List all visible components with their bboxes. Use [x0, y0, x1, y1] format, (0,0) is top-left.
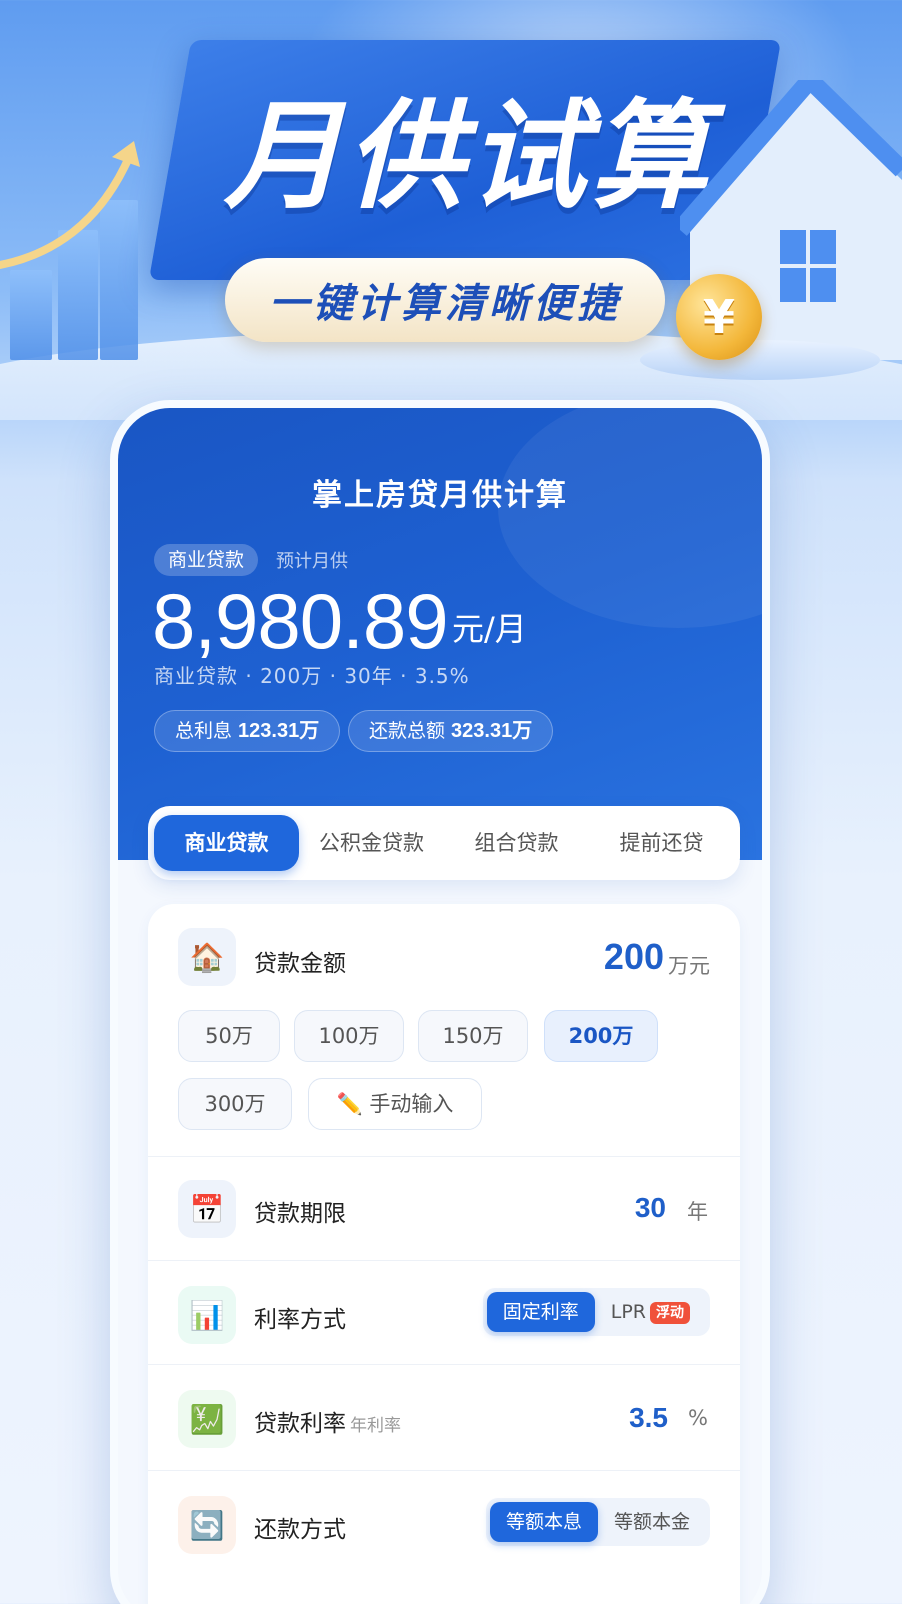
fixed-rate-option[interactable]: 固定利率: [486, 1292, 595, 1332]
loan-type-tag: 商业贷款: [154, 544, 259, 576]
tab-combined-loan[interactable]: 组合贷款: [444, 815, 589, 871]
repay-method-toggle: 等额本息 等额本金: [485, 1498, 710, 1546]
phone-mockup: 掌上房贷月供计算 商业贷款 预计月供 8,980.89 元/月 商业贷款 · 2…: [110, 400, 770, 1604]
amount-unit: 元/月: [452, 610, 527, 648]
amount-option-50[interactable]: 50万: [178, 1010, 280, 1062]
rate-type-toggle: 固定利率 LPR 浮动: [482, 1288, 710, 1336]
total-repay-label: 还款总额: [369, 720, 446, 742]
amount-option-100[interactable]: 100万: [294, 1010, 404, 1062]
total-repay-chip: 还款总额 323.31万: [348, 710, 554, 752]
manual-input-button[interactable]: ✏️ 手动输入: [308, 1078, 482, 1130]
divider: [148, 1156, 740, 1157]
divider: [148, 1260, 740, 1261]
loan-type-tabs: 商业贷款 公积金贷款 组合贷款 提前还贷: [148, 806, 740, 880]
amount-option-150[interactable]: 150万: [418, 1010, 528, 1062]
loan-amount-unit: 万元: [668, 954, 710, 978]
calendar-icon: 📅: [178, 1180, 236, 1238]
app-title: 掌上房贷月供计算: [312, 478, 568, 513]
rate-type-label: 利率方式: [254, 1307, 346, 1333]
annual-rate-sublabel: 年利率: [350, 1416, 401, 1436]
loan-form: 🏠 贷款金额 200 万元 50万 100万 150万 200万 300万 ✏️…: [148, 904, 740, 1604]
banner-subtitle: 一键计算清晰便捷: [225, 258, 665, 342]
banner-title: 月供试算: [223, 87, 712, 225]
loan-rate-label-text: 贷款利率: [254, 1411, 346, 1437]
floating-badge: 浮动: [650, 1301, 690, 1324]
loan-rate-label: 贷款利率 年利率: [254, 1404, 401, 1438]
refresh-icon: 🔄: [178, 1496, 236, 1554]
loan-amount-label: 贷款金额: [254, 951, 346, 977]
loan-term-unit: 年: [687, 1200, 708, 1224]
total-interest-value: 123.31万: [238, 720, 320, 742]
result-panel: 掌上房贷月供计算 商业贷款 预计月供 8,980.89 元/月 商业贷款 · 2…: [118, 408, 762, 860]
trend-arrow-icon: [0, 141, 140, 269]
loan-summary: 商业贷款 · 200万 · 30年 · 3.5%: [154, 664, 470, 688]
yen-coin-icon: ¥: [676, 274, 762, 360]
house-icon: 🏠: [178, 928, 236, 986]
decor-circle: [498, 408, 762, 628]
loan-term-value[interactable]: 30: [635, 1192, 666, 1224]
lpr-option[interactable]: LPR 浮动: [595, 1292, 706, 1332]
tab-early-repayment[interactable]: 提前还贷: [589, 815, 734, 871]
repay-method-label: 还款方式: [254, 1517, 346, 1543]
total-repay-value: 323.31万: [451, 720, 533, 742]
amount-option-200[interactable]: 200万: [544, 1010, 658, 1062]
tab-commercial-loan[interactable]: 商业贷款: [154, 815, 299, 871]
loan-rate-value[interactable]: 3.5: [629, 1402, 668, 1434]
total-interest-chip: 总利息 123.31万: [154, 710, 341, 752]
lpr-label: LPR: [610, 1301, 646, 1323]
amount-option-300[interactable]: 300万: [178, 1078, 292, 1130]
coin-pedestal: [640, 340, 880, 380]
loan-term-label: 贷款期限: [254, 1201, 346, 1227]
total-interest-label: 总利息: [175, 720, 233, 742]
loan-rate-unit: %: [688, 1406, 708, 1430]
divider: [148, 1364, 740, 1365]
equal-principal-option[interactable]: 等额本金: [598, 1502, 706, 1542]
loan-amount-value[interactable]: 200: [604, 936, 664, 978]
equal-installment-option[interactable]: 等额本息: [489, 1502, 598, 1542]
divider: [148, 1470, 740, 1471]
pencil-icon: ✏️: [336, 1092, 363, 1116]
manual-input-label: 手动输入: [369, 1092, 454, 1116]
estimate-label: 预计月供: [276, 551, 348, 572]
bar-chart-icon: 📊: [178, 1286, 236, 1344]
tab-provident-fund-loan[interactable]: 公积金贷款: [299, 815, 444, 871]
promo-banner: 月供试算 一键计算清晰便捷 ¥: [0, 0, 902, 420]
building-shape: [10, 270, 52, 360]
monthly-payment-amount: 8,980.89: [152, 577, 449, 665]
yen-chart-icon: 💹: [178, 1390, 236, 1448]
